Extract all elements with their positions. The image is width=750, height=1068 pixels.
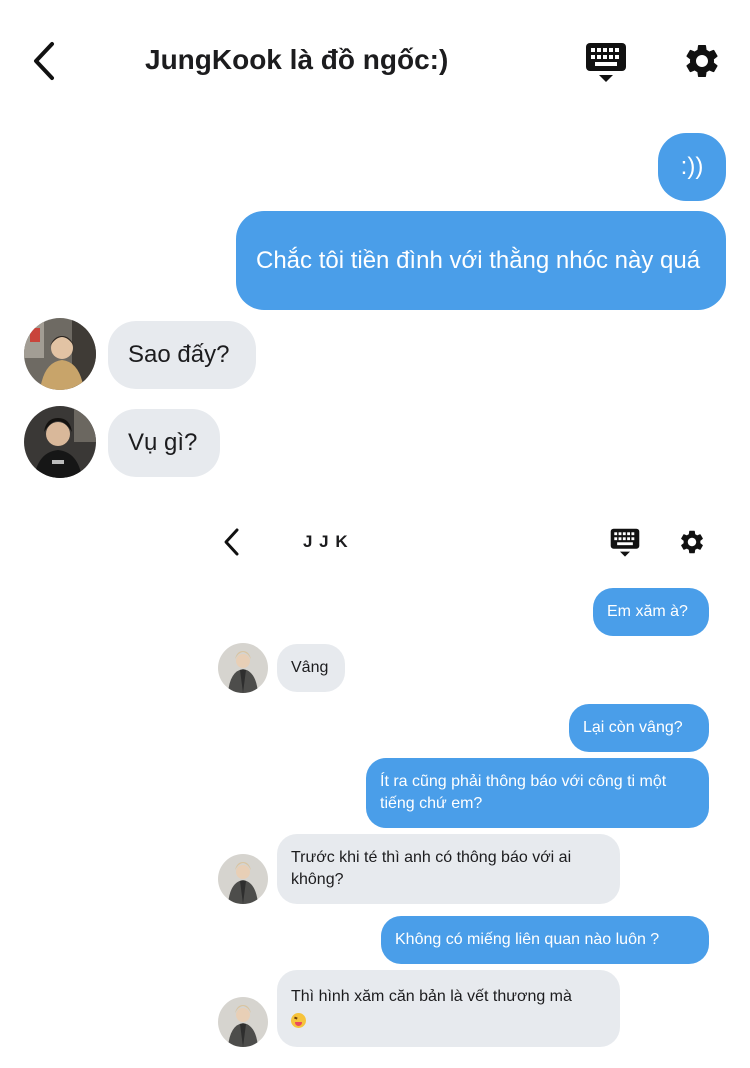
message-bubble-outgoing: Không có miếng liên quan nào luôn ? xyxy=(381,916,709,964)
message-bubble-outgoing: Lại còn vâng? xyxy=(569,704,709,752)
avatar xyxy=(218,643,268,693)
message-bubble-incoming: Thì hình xăm căn bản là vết thương mà xyxy=(277,970,620,1047)
message-text: Không có miếng liên quan nào luôn ? xyxy=(395,931,660,949)
avatar xyxy=(24,406,96,478)
keyboard-icon xyxy=(586,43,626,82)
keyboard-button[interactable] xyxy=(585,42,627,84)
message-text: Em xăm à? xyxy=(607,603,688,621)
message-bubble-incoming: Sao đấy? xyxy=(108,321,256,389)
message-text: Thì hình xăm căn bản là vết thương mà xyxy=(291,987,572,1005)
settings-button[interactable] xyxy=(682,41,722,81)
message-text: Lại còn vâng? xyxy=(583,719,683,737)
avatar xyxy=(24,318,96,390)
gear-icon xyxy=(686,45,718,77)
keyboard-icon xyxy=(610,528,640,557)
avatar xyxy=(218,854,268,904)
message-text: Trước khi té thì anh có thông báo với ai… xyxy=(291,849,572,888)
message-bubble-outgoing: :)) xyxy=(658,133,726,201)
message-bubble-incoming: Vâng xyxy=(277,644,345,692)
chat-title: J J K xyxy=(303,532,349,551)
back-button[interactable] xyxy=(220,527,244,557)
keyboard-button[interactable] xyxy=(610,528,640,558)
message-text: Ít ra cũng phải thông báo với công ti mộ… xyxy=(380,773,667,812)
message-text: Sao đấy? xyxy=(128,341,230,369)
gear-icon xyxy=(681,530,703,554)
chevron-left-icon xyxy=(34,42,54,80)
back-button[interactable] xyxy=(28,40,62,82)
message-bubble-outgoing: Em xăm à? xyxy=(593,588,709,636)
chat-title: JungKook là đồ ngốc:) xyxy=(145,44,449,75)
chevron-left-icon xyxy=(224,528,239,556)
message-text: Vâng xyxy=(291,659,329,677)
message-bubble-incoming: Vụ gì? xyxy=(108,409,220,477)
message-bubble-outgoing: Chắc tôi tiền đình với thằng nhóc này qu… xyxy=(236,211,726,310)
message-text: Chắc tôi tiền đình với thằng nhóc này qu… xyxy=(256,247,701,274)
squinting-tongue-emoji-icon xyxy=(291,1012,306,1028)
message-text: Vụ gì? xyxy=(128,429,198,457)
settings-button[interactable] xyxy=(678,528,706,556)
message-text: :)) xyxy=(680,153,704,181)
message-bubble-outgoing: Ít ra cũng phải thông báo với công ti mộ… xyxy=(366,758,709,828)
message-bubble-incoming: Trước khi té thì anh có thông báo với ai… xyxy=(277,834,620,904)
avatar xyxy=(218,997,268,1047)
